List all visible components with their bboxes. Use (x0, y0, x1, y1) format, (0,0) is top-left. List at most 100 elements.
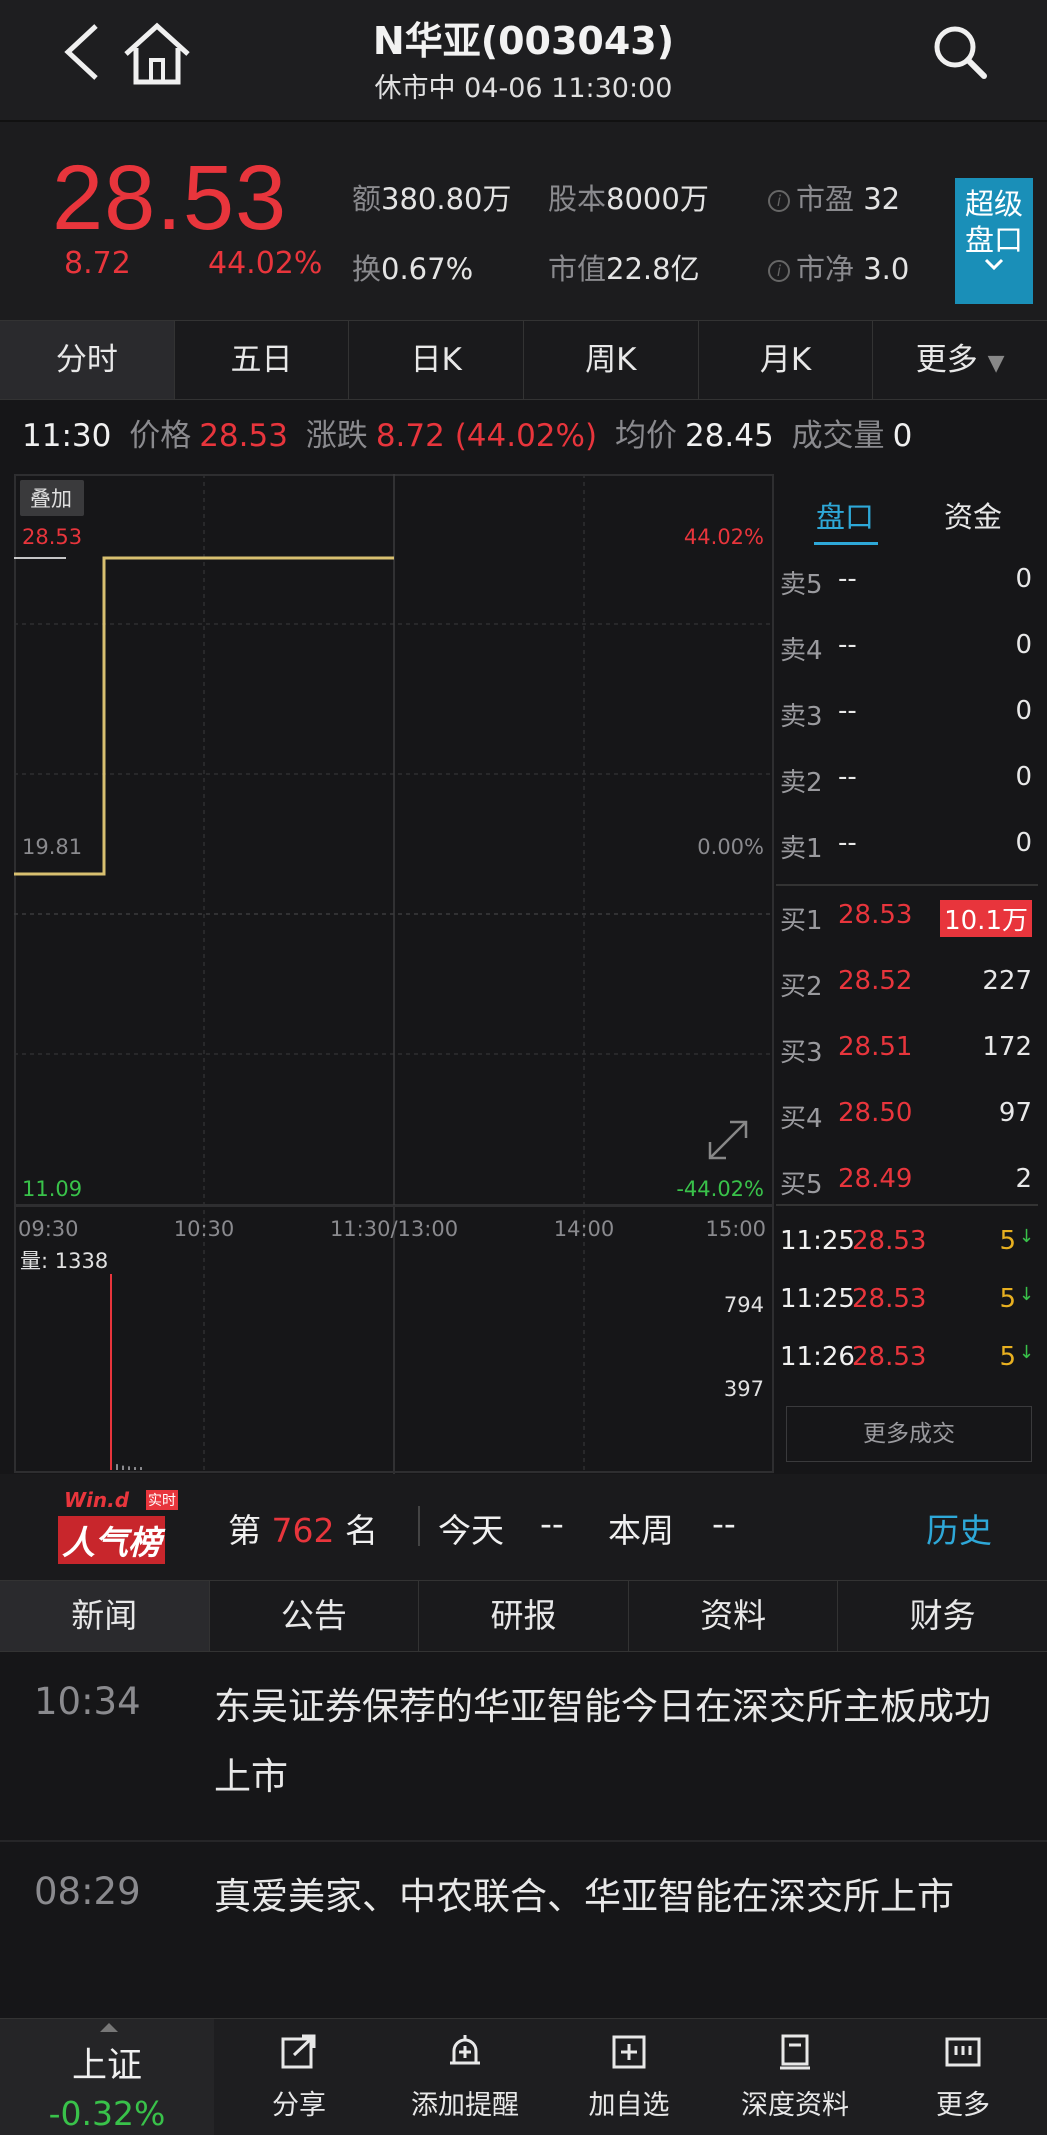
axis-left-low: 11.09 (22, 1177, 82, 1201)
super-orderbook-button[interactable]: 超级 盘口 (955, 178, 1033, 304)
volume-axis-label: 397 (724, 1377, 764, 1401)
bottom-toolbar: 上证 -0.32% 分享 添加提醒 加自选 深度资料 更多 (0, 2018, 1047, 2135)
search-icon[interactable] (930, 22, 990, 82)
volume-bar (116, 1464, 118, 1470)
ask-row: 卖4 -- 0 (780, 630, 1032, 666)
pb-ratio[interactable]: i 市净 3.0 (768, 246, 909, 288)
volume-label: 量: 1338 (20, 1249, 108, 1273)
info-icon: i (768, 260, 790, 282)
time-axis-label: 11:30/13:00 (330, 1217, 458, 1241)
crosshair-status: 11:30 价格 28.53 涨跌 8.72 (44.02%) 均价 28.45 成交… (22, 418, 913, 454)
overlay-label: 叠加 (30, 487, 72, 511)
share-capital: 股本8000万 (548, 182, 709, 216)
intraday-chart[interactable]: 叠加 28.53 19.81 11.09 44.02% 0.00% -44.02… (14, 474, 774, 1474)
more-button[interactable]: 更多 (888, 2033, 1038, 2122)
info-tabs: 新闻 公告 研报 资料 财务 (0, 1580, 1047, 1652)
ask-row: 卖2 -- 0 (780, 762, 1032, 798)
orderbook-panel: 盘口 资金 卖5 -- 0 卖4 -- 0 卖3 -- 0 卖2 -- 0 卖1 -- 0 买1 28.53 10… (776, 474, 1047, 1474)
arrow-down-icon: ↓ (1018, 1284, 1034, 1305)
bell-plus-icon (450, 2035, 480, 2065)
volume-bar (122, 1465, 124, 1470)
tab-news[interactable]: 新闻 (0, 1581, 210, 1651)
time-axis-label: 09:30 (18, 1217, 79, 1241)
chevron-down-icon (984, 258, 1004, 270)
market-cap: 市值22.8亿 (548, 252, 700, 286)
bid-row: 买1 28.53 10.1万 (776, 890, 1038, 940)
expand-icon[interactable] (708, 1120, 748, 1160)
index-change: -0.32% (48, 2094, 166, 2133)
news-item[interactable]: 10:34 东吴证券保荐的华亚智能今日在深交所主板成功上市 (0, 1652, 1047, 1842)
pe-ratio[interactable]: i 市盈 32 (768, 176, 900, 218)
tab-weekly-k[interactable]: 周K (524, 321, 699, 399)
tab-orderbook[interactable]: 盘口 (816, 494, 874, 536)
tab-more[interactable]: 更多 ▼ (873, 321, 1047, 399)
tab-daily-k[interactable]: 日K (349, 321, 525, 399)
bid-row: 买4 28.50 97 (780, 1098, 1032, 1134)
week-label: 本周 (608, 1511, 674, 1550)
last-price: 28.53 (52, 147, 288, 249)
volume-axis-label: 794 (724, 1293, 764, 1317)
price-change: 8.72 (64, 246, 131, 281)
chart-period-tabs: 分时 五日 日K 周K 月K 更多 ▼ (0, 320, 1047, 400)
axis-left-high: 28.53 (22, 525, 82, 549)
today-label: 今天 (438, 1511, 504, 1550)
time-axis-label: 15:00 (705, 1217, 766, 1241)
news-headline: 真爱美家、中农联合、华亚智能在深交所上市 (214, 1875, 954, 1918)
share-icon (281, 2034, 316, 2069)
volume-bar (140, 1467, 142, 1470)
share-button[interactable]: 分享 (224, 2033, 374, 2122)
tab-announcements[interactable]: 公告 (210, 1581, 420, 1651)
active-tab-indicator (814, 542, 878, 545)
axis-left-mid: 19.81 (22, 835, 82, 859)
quote-panel: 28.53 8.72 44.02% 额380.80万 换0.67% 股本8000… (0, 120, 1047, 320)
divider (418, 1506, 420, 1546)
news-headline: 东吴证券保荐的华亚智能今日在深交所主板成功上市 (214, 1685, 991, 1798)
add-square-icon (612, 2035, 646, 2069)
bid-row: 买2 28.52 227 (780, 966, 1032, 1002)
week-value: -- (712, 1504, 736, 1543)
orderbook-tabs: 盘口 资金 (776, 484, 1047, 545)
ask-row: 卖1 -- 0 (780, 828, 1032, 864)
bid-row: 买3 28.51 172 (780, 1032, 1032, 1068)
tab-intraday[interactable]: 分时 (0, 321, 175, 399)
market-status: 休市中 04-06 11:30:00 (374, 73, 673, 104)
bid-row: 买5 28.49 2 (780, 1164, 1032, 1200)
tab-research[interactable]: 研报 (419, 1581, 629, 1651)
time-axis-label: 10:30 (174, 1217, 235, 1241)
amount: 额380.80万 (352, 182, 512, 216)
news-time: 08:29 (34, 1870, 141, 1913)
wind-popularity-logo: Win.d 实时 人气榜 (58, 1486, 188, 1566)
caret-up-icon (100, 2023, 118, 2032)
stock-title: N华亚(003043) (372, 19, 675, 63)
in-depth-data-button[interactable]: 深度资料 (720, 2033, 870, 2122)
axis-right-low: -44.02% (676, 1177, 764, 1201)
popularity-ranking[interactable]: Win.d 实时 人气榜 第 762 名 今天 -- 本周 -- 历史 (0, 1474, 1047, 1580)
volume-bar (110, 1274, 112, 1470)
index-ticker[interactable]: 上证 -0.32% (0, 2019, 214, 2135)
info-icon: i (768, 190, 790, 212)
top-bar: N华亚(003043) 休市中 04-06 11:30:00 (0, 0, 1047, 120)
news-item[interactable]: 08:29 真爱美家、中农联合、华亚智能在深交所上市 (0, 1842, 1047, 2018)
dropdown-triangle-icon: ▼ (987, 351, 1005, 376)
tab-capital-flow[interactable]: 资金 (944, 494, 1002, 536)
tab-monthly-k[interactable]: 月K (699, 321, 874, 399)
volume-bars (110, 1274, 142, 1470)
history-link[interactable]: 历史 (926, 1504, 992, 1552)
index-name: 上证 (71, 2046, 142, 2086)
volume-bar (128, 1466, 130, 1470)
axis-right-high: 44.02% (684, 525, 764, 549)
tab-financials[interactable]: 财务 (838, 1581, 1047, 1651)
rank-text: 第 762 名 (228, 1511, 378, 1550)
add-alert-button[interactable]: 添加提醒 (390, 2033, 540, 2122)
add-watchlist-button[interactable]: 加自选 (554, 2033, 704, 2122)
tab-profile[interactable]: 资料 (629, 1581, 839, 1651)
ask-row: 卖3 -- 0 (780, 696, 1032, 732)
news-time: 10:34 (34, 1680, 141, 1723)
time-axis-label: 14:00 (554, 1217, 615, 1241)
today-value: -- (540, 1504, 564, 1543)
more-grid-icon (945, 2037, 981, 2067)
price-change-pct: 44.02% (208, 246, 323, 281)
book-icon (780, 2034, 810, 2070)
tab-five-day[interactable]: 五日 (175, 321, 350, 399)
more-trades-button[interactable]: 更多成交 (786, 1406, 1032, 1462)
